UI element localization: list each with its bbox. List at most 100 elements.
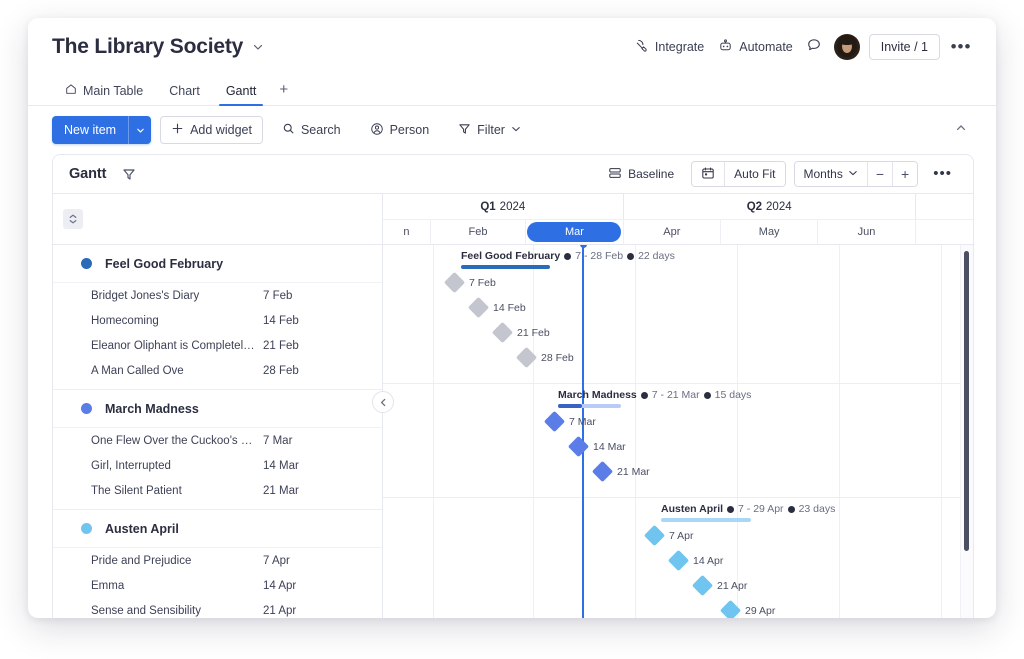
task-name: Pride and Prejudice bbox=[91, 555, 263, 567]
search-button[interactable]: Search bbox=[272, 116, 351, 144]
timeline-gridline bbox=[941, 245, 942, 618]
group-summary-range: 7 - 21 Mar bbox=[652, 389, 700, 401]
month-row: n Feb Mar Apr Ma bbox=[383, 220, 973, 244]
filter-chevron-down-icon[interactable] bbox=[511, 123, 521, 137]
milestone-label: 21 Mar bbox=[617, 466, 650, 478]
table-row[interactable]: Bridget Jones's Diary 7 Feb bbox=[53, 283, 382, 308]
tab-main-table[interactable]: Main Table bbox=[52, 83, 156, 105]
milestone[interactable]: 7 Mar bbox=[547, 414, 596, 429]
table-row[interactable]: One Flew Over the Cuckoo's … 7 Mar bbox=[53, 428, 382, 453]
gantt-more-button[interactable]: ••• bbox=[924, 161, 961, 187]
table-row[interactable]: Emma 14 Apr bbox=[53, 573, 382, 598]
milestone[interactable]: 21 Mar bbox=[595, 464, 650, 479]
group-block: Feel Good February Bridget Jones's Diary… bbox=[53, 245, 382, 390]
month-label: Apr bbox=[663, 226, 680, 238]
milestone-diamond-icon bbox=[544, 411, 565, 432]
gantt-filter-icon[interactable] bbox=[118, 163, 140, 185]
group-timeline-bar[interactable] bbox=[461, 265, 550, 269]
milestone[interactable]: 7 Feb bbox=[447, 275, 496, 290]
task-name: Sense and Sensibility bbox=[91, 605, 263, 617]
calendar-button[interactable] bbox=[692, 162, 724, 186]
new-item-button[interactable]: New item bbox=[52, 116, 151, 144]
group-color-dot bbox=[81, 403, 92, 414]
group-header-row[interactable]: Feel Good February bbox=[53, 245, 382, 283]
board-more-button[interactable]: ••• bbox=[948, 34, 974, 60]
zoom-unit-select[interactable]: Months bbox=[795, 162, 867, 186]
table-row[interactable]: Girl, Interrupted 14 Mar bbox=[53, 453, 382, 478]
add-widget-label: Add widget bbox=[190, 123, 252, 137]
home-icon bbox=[65, 83, 77, 98]
table-row[interactable]: A Man Called Ove 28 Feb bbox=[53, 358, 382, 383]
zoom-in-button[interactable]: + bbox=[892, 162, 917, 186]
group-summary-range: 7 - 28 Feb bbox=[575, 250, 623, 262]
month-cell-jan[interactable]: n bbox=[383, 220, 431, 244]
action-toolbar: New item Add widget Search bbox=[28, 106, 996, 154]
filter-button[interactable]: Filter bbox=[448, 116, 531, 144]
milestone[interactable]: 14 Mar bbox=[571, 439, 626, 454]
milestone-label: 14 Mar bbox=[593, 441, 626, 453]
new-item-chevron-down-icon[interactable] bbox=[128, 116, 151, 144]
group-timeline-bar[interactable] bbox=[558, 404, 621, 408]
group-header-row[interactable]: March Madness bbox=[53, 390, 382, 428]
group-header-row[interactable]: Austen April bbox=[53, 510, 382, 548]
bullet-icon bbox=[788, 506, 795, 513]
milestone[interactable]: 14 Feb bbox=[471, 300, 526, 315]
milestone[interactable]: 28 Feb bbox=[519, 350, 574, 365]
vertical-scrollbar-track[interactable] bbox=[960, 245, 973, 618]
invite-button[interactable]: Invite / 1 bbox=[869, 34, 940, 60]
timeline-header: Q1 2024 Q2 2024 n bbox=[383, 194, 973, 245]
milestone-diamond-icon bbox=[720, 600, 741, 618]
collapse-all-button[interactable] bbox=[63, 209, 83, 229]
month-cell-apr[interactable]: Apr bbox=[624, 220, 721, 244]
milestone-diamond-icon bbox=[644, 525, 665, 546]
milestone[interactable]: 14 Apr bbox=[671, 553, 723, 568]
milestone[interactable]: 21 Feb bbox=[495, 325, 550, 340]
milestone-label: 7 Feb bbox=[469, 277, 496, 289]
collapse-left-pane-button[interactable] bbox=[372, 391, 394, 413]
automate-button[interactable]: Automate bbox=[711, 33, 800, 61]
zoom-out-button[interactable]: − bbox=[867, 162, 892, 186]
vertical-scrollbar-thumb[interactable] bbox=[964, 251, 969, 551]
table-row[interactable]: Sense and Sensibility 21 Apr bbox=[53, 598, 382, 618]
gantt-body: Feel Good February Bridget Jones's Diary… bbox=[53, 193, 973, 618]
milestone[interactable]: 21 Apr bbox=[695, 578, 747, 593]
search-icon bbox=[282, 122, 295, 138]
task-date: 7 Feb bbox=[263, 290, 292, 302]
collapse-toolbar-button[interactable] bbox=[948, 117, 974, 143]
task-name: The Silent Patient bbox=[91, 485, 263, 497]
baseline-button[interactable]: Baseline bbox=[599, 161, 683, 187]
tab-gantt[interactable]: Gantt bbox=[213, 84, 270, 105]
integrate-button[interactable]: Integrate bbox=[627, 33, 711, 61]
task-date: 14 Mar bbox=[263, 460, 299, 472]
avatar[interactable] bbox=[834, 34, 860, 60]
person-button[interactable]: Person bbox=[360, 116, 440, 144]
table-row[interactable]: Pride and Prejudice 7 Apr bbox=[53, 548, 382, 573]
timeline-gridline bbox=[635, 245, 636, 618]
milestone[interactable]: 29 Apr bbox=[723, 603, 775, 618]
gantt-left-pane: Feel Good February Bridget Jones's Diary… bbox=[53, 194, 383, 618]
add-widget-button[interactable]: Add widget bbox=[160, 116, 263, 144]
tab-chart[interactable]: Chart bbox=[156, 84, 213, 105]
automate-label: Automate bbox=[739, 40, 793, 54]
group-name: Austen April bbox=[105, 522, 179, 536]
month-cell-feb[interactable]: Feb bbox=[431, 220, 526, 244]
tab-main-table-label: Main Table bbox=[83, 84, 143, 98]
board-title-group[interactable]: The Library Society bbox=[52, 35, 264, 59]
auto-fit-button[interactable]: Auto Fit bbox=[724, 162, 784, 186]
bullet-icon bbox=[627, 253, 634, 260]
task-name: One Flew Over the Cuckoo's … bbox=[91, 435, 263, 447]
chevron-down-icon[interactable] bbox=[252, 41, 264, 53]
milestone[interactable]: 7 Apr bbox=[647, 528, 694, 543]
filter-icon bbox=[458, 122, 471, 138]
table-row[interactable]: The Silent Patient 21 Mar bbox=[53, 478, 382, 503]
month-cell-may[interactable]: May bbox=[721, 220, 818, 244]
comments-button[interactable] bbox=[800, 33, 828, 61]
table-row[interactable]: Homecoming 14 Feb bbox=[53, 308, 382, 333]
add-view-button[interactable]: + bbox=[269, 81, 298, 105]
month-cell-jun[interactable]: Jun bbox=[818, 220, 915, 244]
milestone-diamond-icon bbox=[468, 297, 489, 318]
group-timeline-bar[interactable] bbox=[661, 518, 751, 522]
month-cell-mar[interactable]: Mar bbox=[526, 220, 623, 244]
table-row[interactable]: Eleanor Oliphant is Completel… 21 Feb bbox=[53, 333, 382, 358]
group-summary-label: Feel Good February 7 - 28 Feb 22 days bbox=[461, 250, 675, 262]
